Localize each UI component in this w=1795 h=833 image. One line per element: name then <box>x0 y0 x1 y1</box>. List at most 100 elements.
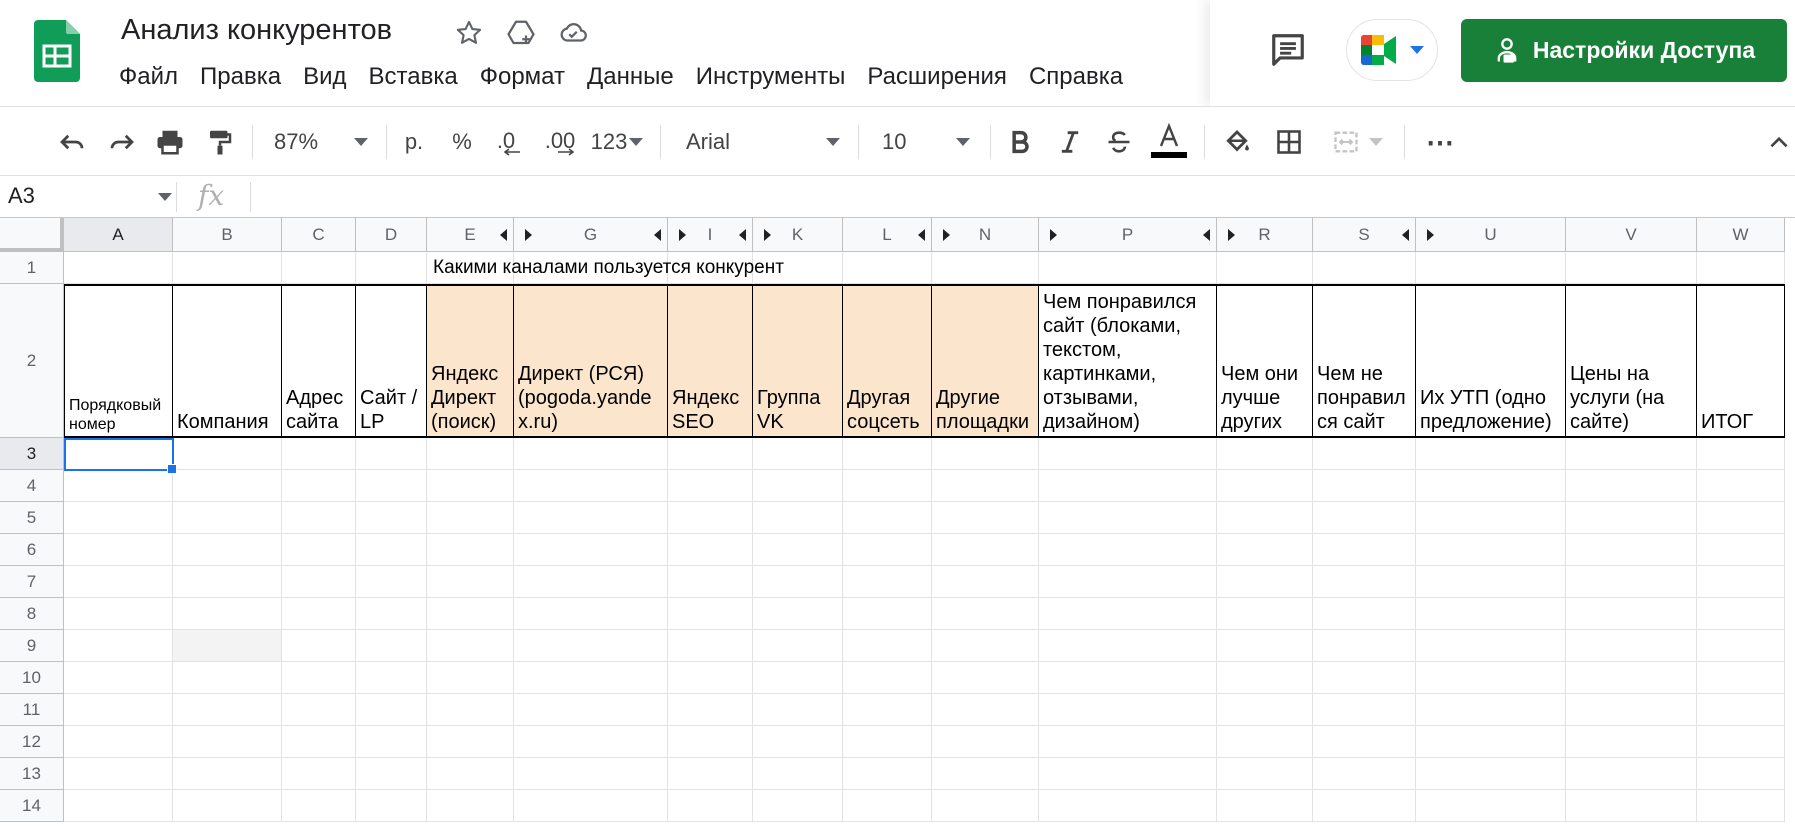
row-header-14[interactable]: 14 <box>0 790 64 822</box>
header-cell-i[interactable]: Яндекс SEO <box>668 284 753 438</box>
cell-n8[interactable] <box>932 598 1039 630</box>
cell-d10[interactable] <box>356 662 427 694</box>
cell-v4[interactable] <box>1566 470 1697 502</box>
hidden-columns-arrow-icon[interactable] <box>943 229 950 241</box>
cell-v12[interactable] <box>1566 726 1697 758</box>
cell-r8[interactable] <box>1217 598 1313 630</box>
cell-b1[interactable] <box>173 252 282 284</box>
cell-c11[interactable] <box>282 694 356 726</box>
cell-u8[interactable] <box>1416 598 1566 630</box>
share-button[interactable]: Настройки Доступа <box>1461 19 1787 82</box>
column-header-s[interactable]: S <box>1313 218 1416 252</box>
cell-a5[interactable] <box>64 502 173 534</box>
cell-p8[interactable] <box>1039 598 1217 630</box>
cell-i5[interactable] <box>668 502 753 534</box>
row-header-10[interactable]: 10 <box>0 662 64 694</box>
cell-w7[interactable] <box>1697 566 1785 598</box>
cell-l11[interactable] <box>843 694 932 726</box>
cell-d9[interactable] <box>356 630 427 662</box>
cell-l12[interactable] <box>843 726 932 758</box>
cell-r7[interactable] <box>1217 566 1313 598</box>
cell-d14[interactable] <box>356 790 427 822</box>
cell-i4[interactable] <box>668 470 753 502</box>
cell-e11[interactable] <box>427 694 514 726</box>
cell-g7[interactable] <box>514 566 668 598</box>
cell-b12[interactable] <box>173 726 282 758</box>
name-box[interactable]: A3 <box>0 176 174 218</box>
cell-c4[interactable] <box>282 470 356 502</box>
borders-button[interactable] <box>1268 107 1310 177</box>
cell-e14[interactable] <box>427 790 514 822</box>
cell-b13[interactable] <box>173 758 282 790</box>
cell-a1[interactable] <box>64 252 173 284</box>
cell-r11[interactable] <box>1217 694 1313 726</box>
cell-e8[interactable] <box>427 598 514 630</box>
cell-l6[interactable] <box>843 534 932 566</box>
font-size-select[interactable]: 10 <box>876 107 976 177</box>
column-header-v[interactable]: V <box>1566 218 1697 252</box>
cell-l10[interactable] <box>843 662 932 694</box>
cell-n12[interactable] <box>932 726 1039 758</box>
cloud-saved-icon[interactable] <box>556 16 590 50</box>
cell-n10[interactable] <box>932 662 1039 694</box>
cell-w6[interactable] <box>1697 534 1785 566</box>
row-header-12[interactable]: 12 <box>0 726 64 758</box>
cell-r4[interactable] <box>1217 470 1313 502</box>
cell-l13[interactable] <box>843 758 932 790</box>
cell-i14[interactable] <box>668 790 753 822</box>
row-header-2[interactable]: 2 <box>0 284 64 438</box>
cell-k14[interactable] <box>753 790 843 822</box>
cell-p12[interactable] <box>1039 726 1217 758</box>
cell-e13[interactable] <box>427 758 514 790</box>
header-cell-n[interactable]: Другие площадки <box>932 284 1039 438</box>
cell-g4[interactable] <box>514 470 668 502</box>
cell-a10[interactable] <box>64 662 173 694</box>
select-all-corner[interactable] <box>0 218 64 252</box>
merge-cells-button[interactable] <box>1322 107 1392 177</box>
cell-r6[interactable] <box>1217 534 1313 566</box>
cell-p13[interactable] <box>1039 758 1217 790</box>
cell-e10[interactable] <box>427 662 514 694</box>
row-header-3[interactable]: 3 <box>0 438 64 470</box>
cell-b11[interactable] <box>173 694 282 726</box>
cell-n11[interactable] <box>932 694 1039 726</box>
cell-n4[interactable] <box>932 470 1039 502</box>
cell-c1[interactable] <box>282 252 356 284</box>
cell-a11[interactable] <box>64 694 173 726</box>
text-color-button[interactable] <box>1148 107 1190 177</box>
column-header-d[interactable]: D <box>356 218 427 252</box>
cell-w8[interactable] <box>1697 598 1785 630</box>
menu-edit[interactable]: Правка <box>189 60 292 94</box>
cell-d7[interactable] <box>356 566 427 598</box>
hidden-columns-arrow-icon[interactable] <box>679 229 686 241</box>
cell-k7[interactable] <box>753 566 843 598</box>
cell-l1[interactable] <box>843 252 932 284</box>
fill-color-button[interactable] <box>1216 107 1258 177</box>
cell-v10[interactable] <box>1566 662 1697 694</box>
cell-c5[interactable] <box>282 502 356 534</box>
cell-u10[interactable] <box>1416 662 1566 694</box>
hidden-columns-arrow-icon[interactable] <box>500 229 507 241</box>
cell-r1[interactable] <box>1217 252 1313 284</box>
cell-l8[interactable] <box>843 598 932 630</box>
header-cell-e[interactable]: Яндекс Директ (поиск) <box>427 284 514 438</box>
header-cell-p[interactable]: Чем понравился сайт (блоками, текстом, к… <box>1039 284 1217 438</box>
cell-u7[interactable] <box>1416 566 1566 598</box>
cell-i11[interactable] <box>668 694 753 726</box>
cell-c7[interactable] <box>282 566 356 598</box>
cell-u3[interactable] <box>1416 438 1566 470</box>
cell-p7[interactable] <box>1039 566 1217 598</box>
cell-b7[interactable] <box>173 566 282 598</box>
cell-v14[interactable] <box>1566 790 1697 822</box>
cell-r5[interactable] <box>1217 502 1313 534</box>
cell-w11[interactable] <box>1697 694 1785 726</box>
font-family-select[interactable]: Arial <box>680 107 846 177</box>
column-header-u[interactable]: U <box>1416 218 1566 252</box>
row-header-8[interactable]: 8 <box>0 598 64 630</box>
collapse-toolbar-button[interactable] <box>1764 107 1794 177</box>
cell-d13[interactable] <box>356 758 427 790</box>
cell-w5[interactable] <box>1697 502 1785 534</box>
header-cell-s[interactable]: Чем не понравил ся сайт <box>1313 284 1416 438</box>
header-cell-c[interactable]: Адрес сайта <box>282 284 356 438</box>
paint-format-button[interactable] <box>198 107 242 177</box>
